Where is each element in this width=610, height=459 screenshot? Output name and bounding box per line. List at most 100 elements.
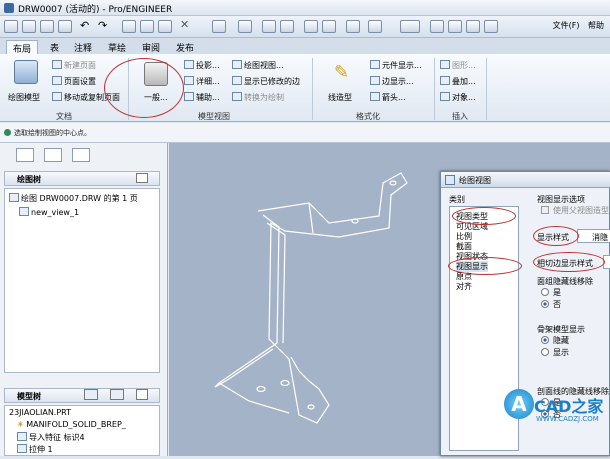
datum-axis-icon[interactable] <box>448 20 462 33</box>
arrows-icon <box>370 92 380 101</box>
orient-icon[interactable] <box>368 20 382 33</box>
group-label-document: 文档 <box>56 112 72 121</box>
separator <box>312 58 313 120</box>
model-tree-item[interactable]: ✳ MANIFOLD_SOLID_BREP_ <box>17 420 126 429</box>
element-display-button[interactable]: 元件显示... <box>370 60 422 71</box>
drawing-view-button[interactable]: 绘图视图... <box>232 60 284 71</box>
edge-display-button[interactable]: 边显示... <box>370 76 414 87</box>
regenerate-icon[interactable] <box>212 20 226 33</box>
page-setup-button[interactable]: 页面设置 <box>52 76 96 87</box>
auxiliary-icon <box>184 92 194 101</box>
help-menu[interactable]: 帮助 <box>588 21 604 30</box>
separator <box>434 58 435 120</box>
tab-review[interactable]: 审阅 <box>136 40 166 54</box>
message-bar: 选取绘制视图的中心点。 <box>0 123 610 143</box>
tree-tab-icon[interactable] <box>16 148 34 162</box>
detail-button[interactable]: 详细... <box>184 76 220 87</box>
drawing-model-button[interactable]: 绘图模型 <box>8 92 40 103</box>
favorites-tab-icon[interactable] <box>72 148 90 162</box>
drawing-tree: 绘图 DRW0007.DRW 的第 1 页 new_view_1 <box>4 188 160 373</box>
category-label: 类别 <box>449 195 465 204</box>
new-page-button[interactable]: 新建页面 <box>52 60 96 71</box>
group-label-model-views: 模型视图 <box>198 112 230 121</box>
group-label-insert: 插入 <box>452 112 468 121</box>
redo-icon[interactable]: ↷ <box>98 19 112 32</box>
face-hidden-yes-radio[interactable] <box>541 288 549 296</box>
skeleton-show-label: 显示 <box>553 348 569 357</box>
csys-icon[interactable] <box>484 20 498 33</box>
highlight-circle-view-type <box>452 207 516 225</box>
open-icon[interactable] <box>22 20 36 33</box>
use-parent-checkbox[interactable] <box>541 206 549 214</box>
file-menu[interactable]: 文件(F) <box>553 21 580 30</box>
show-icon[interactable] <box>84 389 98 400</box>
import-feature-icon <box>17 432 27 441</box>
undo-icon[interactable]: ↶ <box>80 19 94 32</box>
extrude-icon <box>17 444 27 453</box>
folder-tab-icon[interactable] <box>44 148 62 162</box>
binoculars-icon[interactable] <box>262 20 276 33</box>
watermark-a-icon: A <box>504 389 534 419</box>
model-tree-item[interactable]: 导入特征 标识4 <box>17 432 85 443</box>
tab-sketch[interactable]: 草绘 <box>102 40 132 54</box>
skeleton-show-radio[interactable] <box>541 348 549 356</box>
overlay-button[interactable]: 叠加... <box>440 76 476 87</box>
settings-icon[interactable] <box>110 389 124 400</box>
model-tree-item[interactable]: 拉伸 1 <box>17 444 53 455</box>
model-tree-item[interactable]: 23JIAOLIAN.PRT <box>9 408 71 417</box>
delete-icon[interactable]: ✕ <box>180 18 194 31</box>
object-button[interactable]: 对象... <box>440 92 476 103</box>
tree-settings-icon[interactable] <box>136 173 148 183</box>
repaint-icon[interactable] <box>346 20 360 33</box>
watermark-logo: A CAD之家 WWW.CADZJ.COM <box>498 383 610 456</box>
save-icon[interactable] <box>40 20 54 33</box>
datum-plane-icon[interactable] <box>430 20 444 33</box>
drawing-tree-root[interactable]: 绘图 DRW0007.DRW 的第 1 页 <box>9 193 138 204</box>
dialog-title: 绘图视图 <box>459 176 491 185</box>
tab-table[interactable]: 表 <box>44 40 65 54</box>
skeleton-display-label: 骨架模型显示 <box>537 325 585 334</box>
dialog-icon <box>445 175 455 185</box>
copy-icon[interactable] <box>140 20 154 33</box>
layers-icon[interactable] <box>238 20 252 33</box>
drawing-tree-title: 绘图树 <box>17 175 41 184</box>
display-style-icon[interactable] <box>400 20 420 33</box>
cut-icon[interactable] <box>122 20 136 33</box>
projection-button[interactable]: 投影... <box>184 60 220 71</box>
zoom-in-icon[interactable] <box>304 20 318 33</box>
arrows-button[interactable]: 箭头... <box>370 92 406 103</box>
show-modified-edges-button[interactable]: 显示已修改的边 <box>232 76 300 87</box>
skeleton-hide-radio[interactable] <box>541 336 549 344</box>
highlight-circle-tangent <box>533 252 605 272</box>
highlight-circle-display-style <box>533 226 579 246</box>
title-bar: DRW0007 (活动的) - Pro/ENGINEER <box>0 0 610 16</box>
shape-button[interactable]: 图形... <box>440 60 476 71</box>
ribbon-tabs: 布局 表 注释 草绘 审阅 发布 <box>0 38 610 55</box>
print-icon[interactable] <box>58 20 72 33</box>
tab-publish[interactable]: 发布 <box>170 40 200 54</box>
overlay-icon <box>440 76 450 85</box>
category-alignment[interactable]: 对齐 <box>456 281 472 292</box>
line-style-button[interactable]: 线造型 <box>328 92 352 103</box>
ribbon: 绘图模型 新建页面 页面设置 移动或复制页面 文档 一般... 投影... 详细… <box>0 54 610 122</box>
zoom-out-icon[interactable] <box>322 20 336 33</box>
convert-icon <box>232 92 242 101</box>
drawing-tree-view-item[interactable]: new_view_1 <box>19 207 79 217</box>
skeleton-hide-label: 隐藏 <box>553 336 569 345</box>
tab-annotate[interactable]: 注释 <box>68 40 98 54</box>
highlight-circle-view-display <box>448 257 522 275</box>
paste-icon[interactable] <box>158 20 172 33</box>
datum-point-icon[interactable] <box>466 20 480 33</box>
dialog-title-bar[interactable]: 绘图视图 <box>441 172 610 188</box>
model-tree-list-icon[interactable] <box>136 389 148 400</box>
face-hidden-no-radio[interactable] <box>541 300 549 308</box>
display-style-select[interactable]: 消隐 <box>577 229 610 243</box>
convert-draft-button[interactable]: 转换为绘制 <box>232 92 284 103</box>
auxiliary-button[interactable]: 辅助... <box>184 92 220 103</box>
tab-layout[interactable]: 布局 <box>6 40 39 55</box>
face-hidden-yes-label: 是 <box>553 288 561 297</box>
select-box-icon[interactable] <box>280 20 294 33</box>
object-icon <box>440 92 450 101</box>
separator <box>486 58 487 120</box>
new-icon[interactable] <box>4 20 18 33</box>
